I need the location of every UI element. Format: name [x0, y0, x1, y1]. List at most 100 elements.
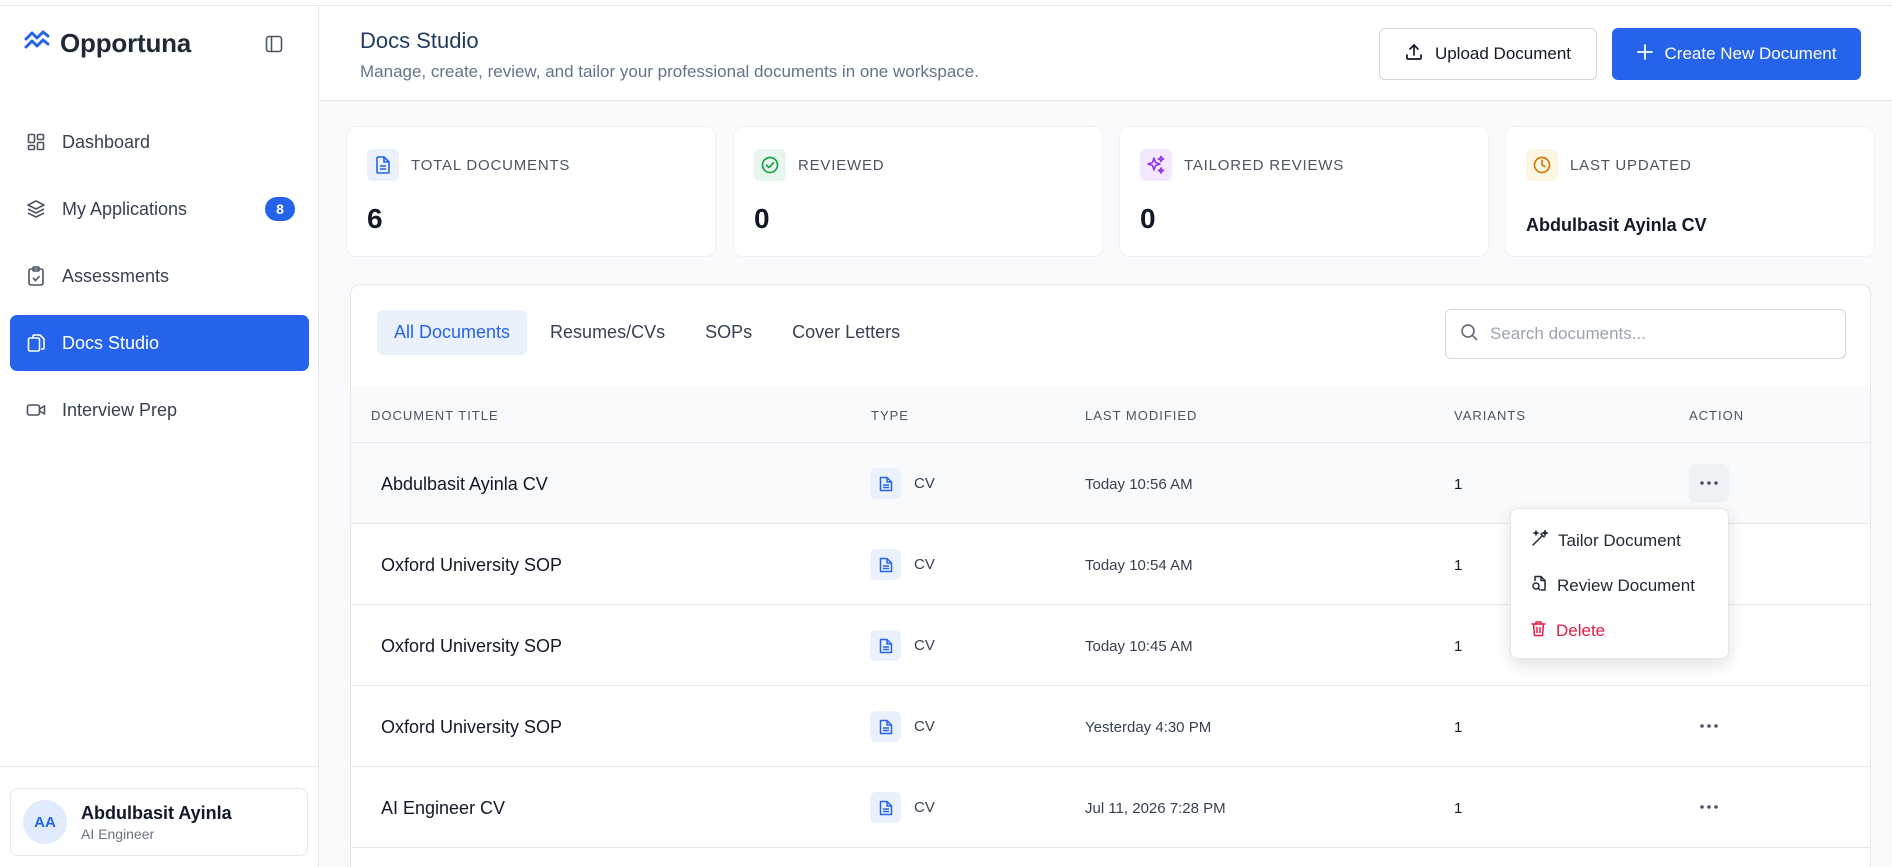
last-modified: Today 10:45 AM — [1085, 638, 1193, 655]
stat-label: Reviewed — [798, 156, 885, 174]
document-title[interactable]: Oxford University SOP — [381, 555, 562, 576]
document-type: CV — [914, 718, 935, 735]
document-type-icon — [870, 792, 901, 823]
table-header: Document Title Type Last Modified Varian… — [351, 386, 1870, 443]
upload-document-label: Upload Document — [1434, 44, 1572, 63]
last-modified: Yesterday 4:30 PM — [1085, 719, 1212, 736]
stat-label: Total Documents — [411, 156, 571, 174]
tab-sops[interactable]: SOPs — [688, 310, 769, 355]
page-header: Docs Studio Manage, create, review, and … — [320, 6, 1892, 101]
row-actions-menu: Tailor Document Review Document Delete — [1510, 508, 1729, 659]
sidebar-item-interview-prep[interactable]: Interview Prep — [10, 382, 309, 438]
more-horizontal-icon — [1700, 805, 1718, 809]
docs-icon — [26, 333, 46, 353]
search-input[interactable] — [1490, 324, 1830, 344]
tab-all-documents[interactable]: All Documents — [377, 310, 528, 355]
row-actions-button[interactable] — [1689, 707, 1729, 745]
search-box[interactable] — [1445, 309, 1846, 359]
sidebar-toggle-icon[interactable] — [262, 32, 286, 56]
brand[interactable]: Opportuna — [24, 28, 191, 59]
upload-document-button[interactable]: Upload Document — [1379, 28, 1597, 80]
sidebar-nav: Dashboard My Applications 8 Assessments … — [10, 114, 309, 449]
column-header-last-modified[interactable]: Last Modified — [1085, 408, 1197, 423]
stat-card-reviewed: Reviewed 0 — [733, 126, 1103, 257]
sidebar-item-dashboard[interactable]: Dashboard — [10, 114, 309, 170]
sparkles-icon — [1140, 149, 1172, 181]
user-profile-card[interactable]: AA Abdulbasit Ayinla AI Engineer — [10, 788, 308, 856]
user-role: AI Engineer — [81, 825, 155, 842]
menu-item-delete[interactable]: Delete — [1531, 616, 1605, 646]
document-type-icon — [870, 711, 901, 742]
document-type-icon — [870, 549, 901, 580]
row-actions-button[interactable] — [1689, 464, 1729, 502]
plus-icon — [1636, 43, 1653, 65]
sidebar-divider — [0, 766, 319, 767]
top-edge — [0, 0, 1892, 6]
last-modified: Jul 11, 2026 7:28 PM — [1085, 800, 1226, 817]
stat-card-last-updated: Last Updated Abdulbasit Ayinla CV — [1505, 126, 1875, 257]
review-doc-icon — [1531, 575, 1547, 597]
document-title[interactable]: Abdulbasit Ayinla CV — [381, 474, 548, 495]
stat-value: 0 — [754, 203, 770, 234]
menu-item-review-document[interactable]: Review Document — [1531, 571, 1695, 601]
document-type: CV — [914, 556, 935, 573]
document-type-icon — [870, 468, 901, 499]
menu-item-label: Delete — [1556, 621, 1606, 640]
trash-icon — [1531, 620, 1546, 642]
sidebar-item-label: Dashboard — [62, 131, 151, 152]
sidebar-item-label: Assessments — [62, 265, 170, 286]
document-type: CV — [914, 799, 935, 816]
brand-name: Opportuna — [60, 28, 192, 58]
last-modified: Today 10:54 AM — [1085, 557, 1193, 574]
row-actions-button[interactable] — [1689, 788, 1729, 826]
create-new-document-button[interactable]: Create New Document — [1612, 28, 1861, 80]
stat-value: 0 — [1140, 203, 1156, 234]
sidebar-item-assessments[interactable]: Assessments — [10, 248, 309, 304]
stat-value: 6 — [367, 203, 383, 234]
clock-icon — [1526, 149, 1558, 181]
layers-icon — [26, 199, 46, 219]
variants-count: 1 — [1454, 800, 1463, 817]
document-title[interactable]: Oxford University SOP — [381, 717, 562, 738]
menu-item-tailor-document[interactable]: Tailor Document — [1531, 526, 1681, 556]
document-title[interactable]: Oxford University SOP — [381, 636, 562, 657]
document-filter-tabs: All Documents Resumes/CVs SOPs Cover Let… — [377, 310, 917, 355]
sidebar: Opportuna Dashboard My Applications 8 As… — [0, 6, 319, 867]
variants-count: 1 — [1454, 476, 1463, 493]
document-type: CV — [914, 637, 935, 654]
logo-icon — [24, 30, 50, 57]
document-title[interactable]: AI Engineer CV — [381, 798, 505, 819]
more-horizontal-icon — [1700, 481, 1718, 485]
stat-label: Tailored Reviews — [1184, 156, 1345, 174]
check-circle-icon — [754, 149, 786, 181]
search-icon — [1460, 323, 1478, 346]
column-header-type[interactable]: Type — [871, 408, 909, 423]
stat-card-total-documents: Total Documents 6 — [346, 126, 716, 257]
document-type: CV — [914, 475, 935, 492]
sidebar-item-label: Docs Studio — [62, 332, 160, 353]
tab-cover-letters[interactable]: Cover Letters — [775, 310, 917, 355]
stat-card-tailored-reviews: Tailored Reviews 0 — [1119, 126, 1489, 257]
column-header-variants[interactable]: Variants — [1454, 408, 1526, 423]
table-row[interactable]: Oxford University SOP CV Yesterday 4:30 … — [351, 686, 1870, 767]
clipboard-check-icon — [26, 266, 46, 286]
column-header-title[interactable]: Document Title — [371, 408, 499, 423]
sidebar-item-docs-studio[interactable]: Docs Studio — [10, 315, 309, 371]
magic-wand-icon — [1531, 528, 1550, 552]
document-icon — [367, 149, 399, 181]
sidebar-item-label: My Applications — [62, 198, 188, 219]
stat-label: Last Updated — [1570, 156, 1692, 174]
column-header-action: Action — [1689, 408, 1745, 423]
tab-resumes-cvs[interactable]: Resumes/CVs — [533, 310, 682, 355]
dashboard-icon — [26, 132, 46, 152]
sidebar-item-my-applications[interactable]: My Applications 8 — [10, 181, 309, 237]
avatar: AA — [23, 800, 67, 844]
more-horizontal-icon — [1700, 724, 1718, 728]
variants-count: 1 — [1454, 557, 1463, 574]
video-icon — [26, 400, 46, 420]
table-row[interactable]: AI Engineer CV CV Jul 11, 2026 7:28 PM 1 — [351, 767, 1870, 848]
menu-item-label: Review Document — [1557, 576, 1695, 595]
menu-item-label: Tailor Document — [1558, 531, 1681, 550]
applications-count-badge: 8 — [265, 197, 295, 221]
user-name: Abdulbasit Ayinla — [81, 802, 232, 823]
